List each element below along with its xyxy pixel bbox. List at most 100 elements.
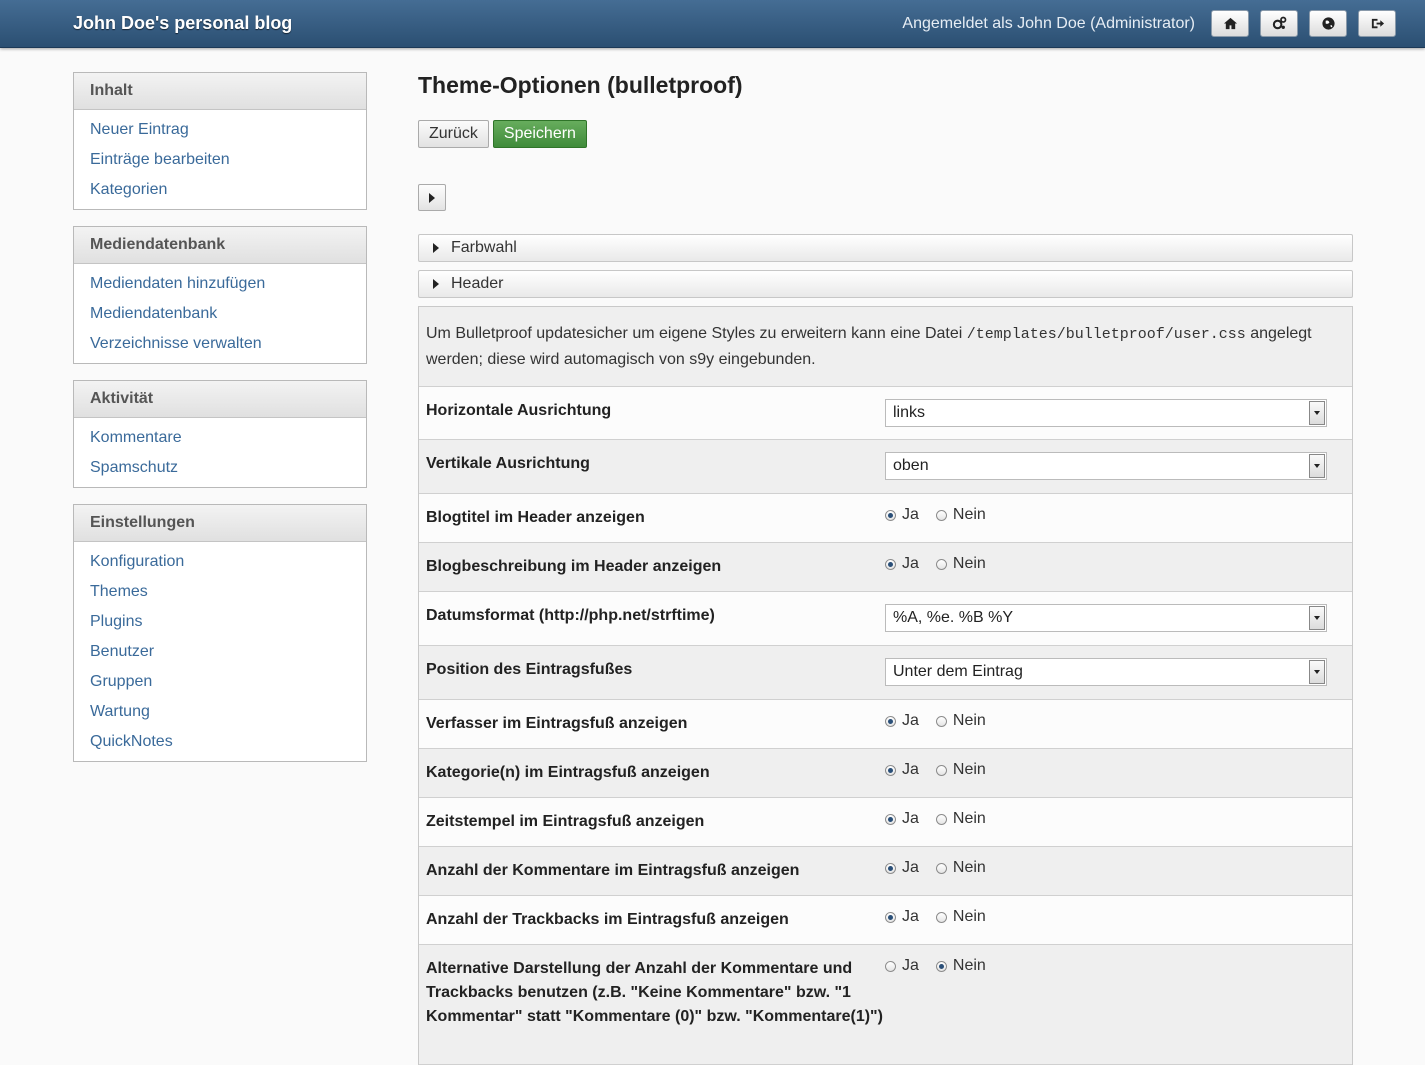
sidebar-section: Inhalt Neuer Eintrag Einträge bearbeiten Ka… — [73, 72, 367, 210]
radio-no[interactable] — [935, 960, 947, 972]
radio-yes[interactable] — [885, 715, 896, 727]
radio-no[interactable] — [935, 509, 947, 521]
sidebar: Inhalt Neuer Eintrag Einträge bearbeiten Ka… — [73, 72, 367, 778]
section-header[interactable]: Header — [418, 270, 1353, 298]
radio-no-label[interactable]: Nein — [953, 712, 986, 730]
sidebar-link[interactable]: Spamschutz — [74, 453, 366, 483]
sidebar-link[interactable]: Verzeichnisse verwalten — [74, 329, 366, 359]
sidebar-link[interactable]: Themes — [74, 577, 366, 607]
sidebar-section-title: Aktivität — [74, 381, 366, 418]
sidebar-section: Mediendatenbank Mediendaten hinzufügen Med… — [73, 226, 367, 364]
option-row: Anzahl der Trackbacks im Eintragsfuß anz… — [419, 896, 1352, 945]
top-bar: John Doe's personal blog Angemeldet als … — [0, 0, 1425, 48]
sidebar-link[interactable]: Gruppen — [74, 667, 366, 697]
radio-yes-label[interactable]: Ja — [902, 555, 919, 573]
section-farbwahl[interactable]: Farbwahl — [418, 234, 1353, 262]
radio-no[interactable] — [935, 862, 947, 874]
sidebar-section: Aktivität Kommentare Spamschutz — [73, 380, 367, 488]
sidebar-link[interactable]: Konfiguration — [74, 547, 366, 577]
save-button[interactable]: Speichern — [492, 120, 587, 148]
radio-yes[interactable] — [885, 813, 896, 825]
logout-button[interactable] — [1358, 10, 1396, 37]
info-text-pre: Um Bulletproof updatesicher um eigene St… — [426, 325, 967, 342]
select-value: links — [893, 404, 926, 421]
blog-title[interactable]: John Doe's personal blog — [73, 13, 292, 34]
sidebar-link[interactable]: Kategorien — [74, 175, 366, 205]
option-row: Blogbeschreibung im Header anzeigen Ja Nei… — [419, 543, 1352, 592]
radio-yes-label[interactable]: Ja — [902, 506, 919, 524]
option-label: Blogtitel im Header anzeigen — [426, 509, 645, 526]
option-row: Verfasser im Eintragsfuß anzeigen Ja Nein — [419, 700, 1352, 749]
radio-no[interactable] — [935, 558, 947, 570]
radio-no-label[interactable]: Nein — [953, 555, 986, 573]
radio-yes-label[interactable]: Ja — [902, 810, 919, 828]
settings-button[interactable] — [1260, 10, 1298, 37]
sidebar-link[interactable]: QuickNotes — [74, 727, 366, 757]
radio-no-label[interactable]: Nein — [953, 957, 986, 975]
radio-yes[interactable] — [885, 764, 896, 776]
sidebar-link[interactable]: Kommentare — [74, 423, 366, 453]
radio-no[interactable] — [935, 911, 947, 923]
back-button[interactable]: Zurück — [418, 120, 489, 148]
option-select[interactable]: Unter dem Eintrag — [885, 658, 1327, 686]
option-label: Anzahl der Trackbacks im Eintragsfuß anz… — [426, 911, 789, 928]
sidebar-link[interactable]: Plugins — [74, 607, 366, 637]
option-select[interactable]: oben — [885, 452, 1327, 480]
radio-no-label[interactable]: Nein — [953, 859, 986, 877]
option-row: Datumsformat (http://php.net/strftime) %A… — [419, 592, 1352, 646]
radio-no-label[interactable]: Nein — [953, 908, 986, 926]
yes-no-radio-group: Ja Nein — [885, 810, 1345, 828]
sidebar-link[interactable]: Wartung — [74, 697, 366, 727]
option-label: Alternative Darstellung der Anzahl der K… — [426, 960, 883, 1025]
option-row: Alternative Darstellung der Anzahl der K… — [419, 945, 1352, 1065]
logged-in-status: Angemeldet als John Doe (Administrator) — [902, 15, 1195, 32]
option-label: Kategorie(n) im Eintragsfuß anzeigen — [426, 764, 710, 781]
radio-yes-label[interactable]: Ja — [902, 908, 919, 926]
sidebar-link[interactable]: Benutzer — [74, 637, 366, 667]
view-blog-button[interactable] — [1309, 10, 1347, 37]
expand-all-button[interactable] — [418, 184, 446, 211]
sidebar-link[interactable]: Mediendatenbank — [74, 299, 366, 329]
radio-yes[interactable] — [885, 862, 896, 874]
radio-yes[interactable] — [885, 911, 896, 923]
radio-yes-label[interactable]: Ja — [902, 712, 919, 730]
options-table: Um Bulletproof updatesicher um eigene St… — [418, 306, 1353, 1065]
radio-yes[interactable] — [885, 509, 896, 521]
radio-no-label[interactable]: Nein — [953, 506, 986, 524]
option-label: Zeitstempel im Eintragsfuß anzeigen — [426, 813, 705, 830]
info-note: Um Bulletproof updatesicher um eigene St… — [419, 307, 1352, 387]
radio-no[interactable] — [935, 764, 947, 776]
home-button[interactable] — [1211, 10, 1249, 37]
triangle-right-icon — [429, 192, 435, 203]
logout-icon — [1371, 18, 1384, 29]
yes-no-radio-group: Ja Nein — [885, 908, 1345, 926]
settings-cogs-icon — [1272, 16, 1286, 30]
radio-yes-label[interactable]: Ja — [902, 761, 919, 779]
page-title: Theme-Optionen (bulletproof) — [418, 72, 743, 98]
radio-no[interactable] — [935, 813, 947, 825]
radio-no[interactable] — [935, 715, 947, 727]
option-row: Vertikale Ausrichtung oben — [419, 440, 1352, 494]
globe-icon — [1321, 17, 1335, 30]
select-value: Unter dem Eintrag — [893, 663, 1023, 680]
sidebar-link[interactable]: Neuer Eintrag — [74, 115, 366, 145]
option-row: Position des Eintragsfußes Unter dem Eint… — [419, 646, 1352, 700]
radio-no-label[interactable]: Nein — [953, 761, 986, 779]
option-label: Anzahl der Kommentare im Eintragsfuß anz… — [426, 862, 800, 879]
radio-yes-label[interactable]: Ja — [902, 957, 919, 975]
main-content: Theme-Optionen (bulletproof) Zurück Spei… — [418, 70, 1353, 1065]
select-value: %A, %e. %B %Y — [893, 609, 1014, 626]
option-select[interactable]: links — [885, 399, 1327, 427]
radio-yes[interactable] — [885, 960, 896, 972]
radio-yes-label[interactable]: Ja — [902, 859, 919, 877]
option-label: Horizontale Ausrichtung — [426, 402, 612, 419]
sidebar-link[interactable]: Mediendaten hinzufügen — [74, 269, 366, 299]
radio-no-label[interactable]: Nein — [953, 810, 986, 828]
yes-no-radio-group: Ja Nein — [885, 957, 1345, 975]
option-select[interactable]: %A, %e. %B %Y — [885, 604, 1327, 632]
radio-yes[interactable] — [885, 558, 896, 570]
chevron-down-icon — [1309, 606, 1325, 630]
sidebar-link[interactable]: Einträge bearbeiten — [74, 145, 366, 175]
yes-no-radio-group: Ja Nein — [885, 712, 1345, 730]
option-row: Horizontale Ausrichtung links — [419, 387, 1352, 440]
